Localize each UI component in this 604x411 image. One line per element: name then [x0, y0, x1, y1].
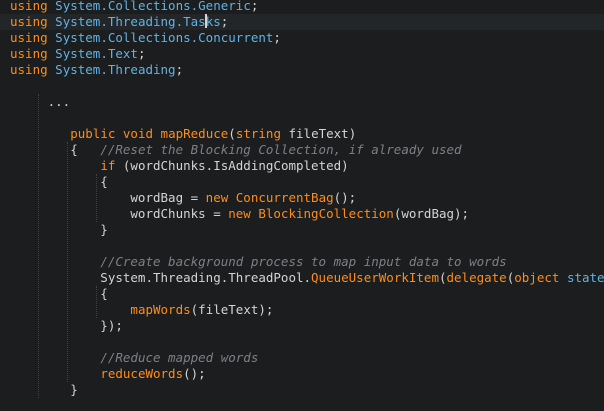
code-token-default: fileText) [280, 126, 357, 141]
code-line[interactable]: mapWords(fileText); [0, 302, 604, 318]
code-token-keyword: using [10, 0, 48, 13]
code-token-type: ConcurrentBag [235, 190, 334, 205]
code-editor[interactable]: using System.Collections.Generic; using S… [0, 0, 604, 411]
code-token-method: mapReduce [160, 126, 229, 141]
code-line[interactable]: { //Reset the Blocking Collection, if al… [0, 142, 604, 158]
code-line[interactable]: reduceWords(); [0, 366, 604, 382]
code-token-default: }); [10, 318, 123, 333]
code-token-default: ; [220, 14, 229, 29]
code-line[interactable] [0, 238, 604, 254]
code-token-default: ( [228, 126, 236, 141]
code-token-namespace: System.Collections.Generic [55, 0, 251, 13]
code-line[interactable]: using System.Text; [0, 46, 604, 62]
code-line[interactable]: System.Threading.ThreadPool.QueueUserWor… [0, 270, 604, 286]
code-token-namespace: System.Text [55, 46, 138, 61]
code-token-default [153, 126, 161, 141]
code-token-default: } [10, 222, 108, 237]
code-line[interactable]: wordBag = new ConcurrentBag(); [0, 190, 604, 206]
code-line[interactable]: } [0, 382, 604, 398]
code-token-default [559, 270, 567, 285]
code-line[interactable]: //Create background process to map input… [0, 254, 604, 270]
code-token-default [115, 126, 123, 141]
code-line[interactable] [0, 334, 604, 350]
code-token-default: { [10, 174, 108, 189]
code-token-default: (fileText); [190, 302, 274, 317]
code-token-keyword: if [100, 158, 116, 173]
code-token-default: ... [10, 94, 71, 109]
code-token-method: QueueUserWorkItem [311, 270, 439, 285]
code-token-keyword: string [235, 126, 281, 141]
code-token-keyword: void [122, 126, 154, 141]
code-token-default [10, 126, 70, 141]
code-token-comment: //Reduce mapped words [100, 350, 259, 365]
code-token-keyword: using [10, 62, 48, 77]
code-token-default: { [10, 142, 101, 157]
code-token-default [228, 190, 236, 205]
code-token-default [10, 302, 130, 317]
code-token-keyword: public [70, 126, 116, 141]
code-token-default: (); [183, 366, 206, 381]
code-line[interactable]: }); [0, 318, 604, 334]
code-token-keyword: using [10, 30, 48, 45]
code-token-keyword: delegate [446, 270, 507, 285]
code-line[interactable] [0, 110, 604, 126]
code-token-default: (wordBag); [393, 206, 470, 221]
code-token-method: reduceWords [100, 366, 184, 381]
code-token-keyword: new [228, 206, 251, 221]
code-token-keyword: using [10, 46, 48, 61]
code-token-namespace: state [566, 270, 604, 285]
code-token-namespace: System.Collections.Concurrent [55, 30, 274, 45]
code-line[interactable]: } [0, 222, 604, 238]
code-line[interactable]: public void mapReduce(string fileText) [0, 126, 604, 142]
code-line[interactable] [0, 78, 604, 94]
code-token-default: { [10, 286, 108, 301]
code-token-keyword: using [10, 14, 48, 29]
code-line[interactable]: using System.Collections.Concurrent; [0, 30, 604, 46]
code-line[interactable]: using System.Threading; [0, 62, 604, 78]
code-token-default: System.Threading.ThreadPool. [10, 270, 312, 285]
code-line[interactable]: using System.Threading.Tasks; [0, 14, 604, 30]
code-token-namespace: ks [205, 14, 221, 29]
code-token-method: mapWords [130, 302, 191, 317]
code-token-namespace: System.Threading.Tas [55, 14, 206, 29]
code-token-default: (wordChunks.IsAddingCompleted) [115, 158, 349, 173]
code-token-default: ; [175, 62, 184, 77]
code-line[interactable]: wordChunks = new BlockingCollection(word… [0, 206, 604, 222]
code-token-default: ( [438, 270, 447, 285]
code-token-type: BlockingCollection [258, 206, 394, 221]
code-token-namespace: System.Threading [55, 62, 176, 77]
code-token-comment: //Reset the Blocking Collection, if alre… [100, 142, 462, 157]
code-token-default: } [10, 382, 78, 397]
code-token-default: (); [333, 190, 357, 205]
code-token-default: ; [273, 30, 281, 45]
code-token-default [10, 158, 100, 173]
code-token-default: wordChunks = [10, 206, 229, 221]
code-line[interactable]: if (wordChunks.IsAddingCompleted) [0, 158, 604, 174]
code-line[interactable]: using System.Collections.Generic; [0, 0, 604, 14]
code-line[interactable]: { [0, 286, 604, 302]
code-token-default [10, 254, 100, 269]
code-line[interactable]: //Reduce mapped words [0, 350, 604, 366]
code-token-keyword: object [514, 270, 560, 285]
code-line[interactable]: ... [0, 94, 604, 110]
code-token-comment: //Create background process to map input… [100, 254, 507, 269]
code-token-default: ; [250, 0, 259, 13]
code-token-default [10, 350, 100, 365]
code-line[interactable]: { [0, 174, 604, 190]
code-token-default: ; [137, 46, 146, 61]
code-token-default [10, 366, 100, 381]
code-token-keyword: new [205, 190, 229, 205]
code-token-default: wordBag = [10, 190, 206, 205]
